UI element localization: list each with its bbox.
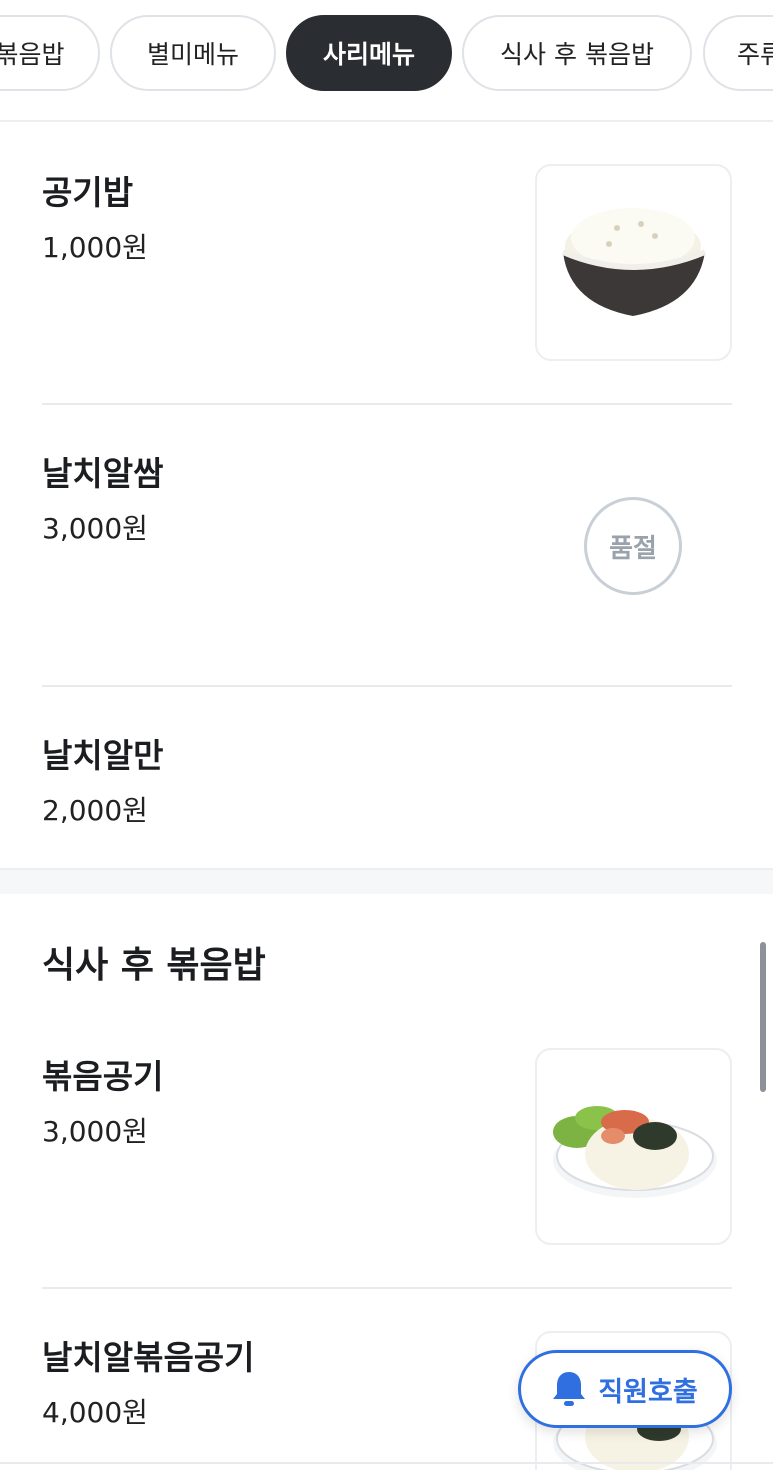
tab-drinks[interactable]: 주류 xyxy=(703,15,773,91)
tab-side-menu[interactable]: 사리메뉴 xyxy=(286,15,452,91)
category-tab-bar: 볶음밥 별미메뉴 사리메뉴 식사 후 볶음밥 주류 xyxy=(0,0,773,122)
menu-item[interactable]: 날치알만 2,000원 xyxy=(0,687,773,867)
item-price: 1,000원 xyxy=(42,231,148,264)
scrollbar[interactable] xyxy=(760,942,766,1092)
tab-fried-rice[interactable]: 볶음밥 xyxy=(0,15,100,91)
bell-icon xyxy=(553,1372,586,1406)
item-image xyxy=(535,1048,732,1245)
item-price: 3,000원 xyxy=(42,512,148,545)
item-name: 날치알쌈 xyxy=(42,454,164,493)
soldout-badge: 품절 xyxy=(584,497,682,595)
staff-call-label: 직원호출 xyxy=(598,1376,698,1408)
item-name: 날치알볶음공기 xyxy=(42,1338,255,1377)
item-price: 3,000원 xyxy=(42,1115,148,1148)
section-title: 식사 후 볶음밥 xyxy=(42,945,266,986)
bottom-divider xyxy=(0,1462,773,1464)
item-price: 2,000원 xyxy=(42,794,148,827)
fried-rice-plate-image xyxy=(553,1106,717,1198)
item-price: 4,000원 xyxy=(42,1396,148,1429)
staff-call-button[interactable]: 직원호출 xyxy=(518,1350,732,1428)
menu-item[interactable]: 볶음공기 3,000원 xyxy=(0,1006,773,1288)
tab-special-menu[interactable]: 별미메뉴 xyxy=(110,15,276,91)
item-name: 공기밥 xyxy=(42,173,134,212)
section-separator xyxy=(0,868,773,894)
tab-after-meal-fried-rice[interactable]: 식사 후 볶음밥 xyxy=(462,15,692,91)
menu-item[interactable]: 공기밥 1,000원 xyxy=(0,122,773,404)
item-name: 날치알만 xyxy=(42,736,164,775)
rice-bowl-image xyxy=(561,208,707,316)
menu-item[interactable]: 날치알쌈 3,000원 품절 xyxy=(0,405,773,687)
item-image xyxy=(535,164,732,361)
item-name: 볶음공기 xyxy=(42,1057,164,1096)
